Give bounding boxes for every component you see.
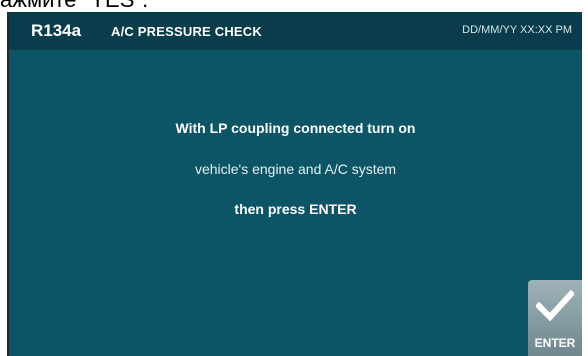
datetime-display: DD/MM/YY XX:XX PM [462,24,572,36]
device-screen: R134a A/C PRESSURE CHECK DD/MM/YY XX:XX … [7,12,582,356]
instruction-line-1: With LP coupling connected turn on [175,120,416,136]
instruction-message: With LP coupling connected turn on vehic… [9,118,582,219]
enter-button-label: ENTER [534,336,576,350]
enter-button[interactable]: ENTER [528,280,582,356]
checkmark-icon [536,289,574,322]
screen-title: A/C PRESSURE CHECK [111,23,262,39]
refrigerant-label: R134a [31,21,82,40]
instruction-line-2: vehicle's engine and A/C system [194,161,397,177]
page: ажмите "YES". R134a A/C PRESSURE CHECK D… [0,0,588,356]
caption-text: ажмите "YES". [0,0,148,12]
instruction-line-3: then press ENTER [234,201,357,217]
header-bar: R134a A/C PRESSURE CHECK DD/MM/YY XX:XX … [9,12,582,50]
